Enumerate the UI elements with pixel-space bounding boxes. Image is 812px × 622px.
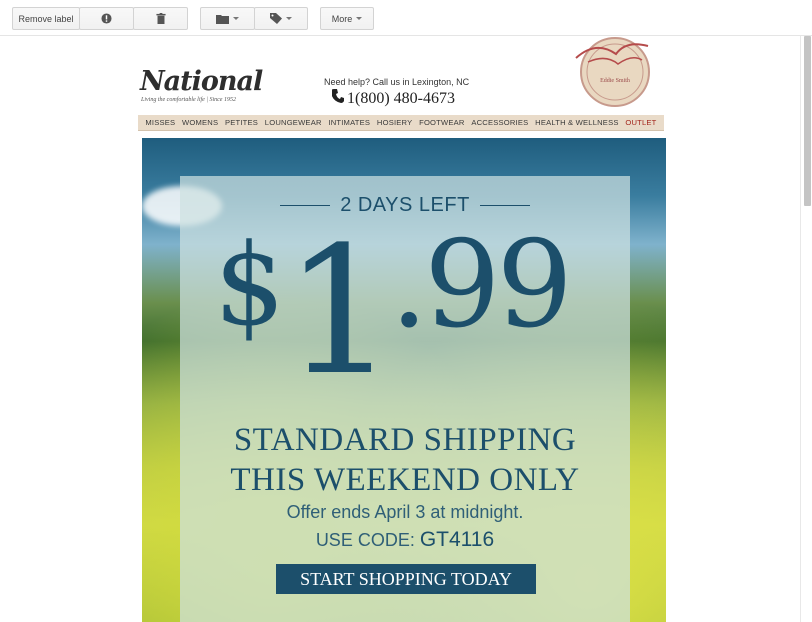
category-nav: MISSES WOMENS PETITES LOUNGEWEAR INTIMAT… [138,115,664,131]
price-dollar-sign: $ [214,221,286,351]
move-to-button[interactable] [200,7,255,30]
nav-item-accessories[interactable]: ACCESSORIES [471,118,528,127]
headline-line-1: STANDARD SHIPPING [233,422,577,458]
price-cents: .99 [390,216,573,355]
nav-item-hosiery[interactable]: HOSIERY [377,118,412,127]
help-text: Need help? Call us in Lexington, NC [324,77,470,87]
trash-icon [155,13,166,24]
promo-panel: 2 DAYS LEFT $ 1 .99 STANDARD SHIPPING TH… [180,176,630,622]
price-main: 1 [284,209,396,414]
hero-banner[interactable]: 2 DAYS LEFT $ 1 .99 STANDARD SHIPPING TH… [142,138,666,622]
chevron-down-icon [233,17,239,20]
nav-item-misses[interactable]: MISSES [145,118,175,127]
nav-item-footwear[interactable]: FOOTWEAR [419,118,464,127]
toolbar: Remove label More [0,0,812,36]
svg-text:Eddie Smith: Eddie Smith [600,78,630,84]
promo-code: USE CODE: GT4116 [180,528,630,552]
chevron-down-icon [356,17,363,20]
price: $ 1 .99 [180,224,630,404]
report-spam-button[interactable] [79,7,134,30]
labels-button[interactable] [254,7,308,30]
brand-tagline: Living the comfortable life | Since 1952 [141,97,236,103]
code-label: USE CODE: [315,530,420,550]
headline-line-2: THIS WEEKEND ONLY [230,462,580,498]
more-label: More [331,13,353,24]
nav-item-loungewear[interactable]: LOUNGEWEAR [265,118,322,127]
nav-item-outlet[interactable]: OUTLET [625,118,656,127]
start-shopping-button[interactable]: START SHOPPING TODAY [276,564,536,594]
scrollbar[interactable] [800,36,812,622]
offer-text: Offer ends April 3 at midnight. [286,502,524,522]
phone-icon [331,89,344,108]
phone-row: 1(800) 480-4673 [331,89,455,108]
remove-label-button[interactable]: Remove label [12,7,80,30]
nav-item-intimates[interactable]: INTIMATES [328,118,370,127]
delete-button[interactable] [133,7,188,30]
nav-item-petites[interactable]: PETITES [225,118,258,127]
divider-left [280,205,331,207]
divider-right [479,205,530,207]
code-value: GT4116 [419,528,495,551]
folder-icon [216,14,229,24]
more-button[interactable]: More [320,7,374,30]
days-left-heading: 2 DAYS LEFT [180,194,630,217]
nav-item-womens[interactable]: WOMENS [182,118,218,127]
scroll-thumb[interactable] [804,36,811,206]
nav-item-health-wellness[interactable]: HEALTH & WELLNESS [535,118,618,127]
phone-number[interactable]: 1(800) 480-4673 [347,90,455,108]
shipping-headline: STANDARD SHIPPING THIS WEEKEND ONLY [180,420,630,500]
chevron-down-icon [286,17,292,20]
brand-logo[interactable]: National [140,66,263,97]
exclamation-icon [101,13,112,24]
tag-icon [270,13,282,24]
email-body: National Living the comfortable life | S… [138,36,666,622]
guarantee-seal: Eddie Smith [568,36,658,112]
